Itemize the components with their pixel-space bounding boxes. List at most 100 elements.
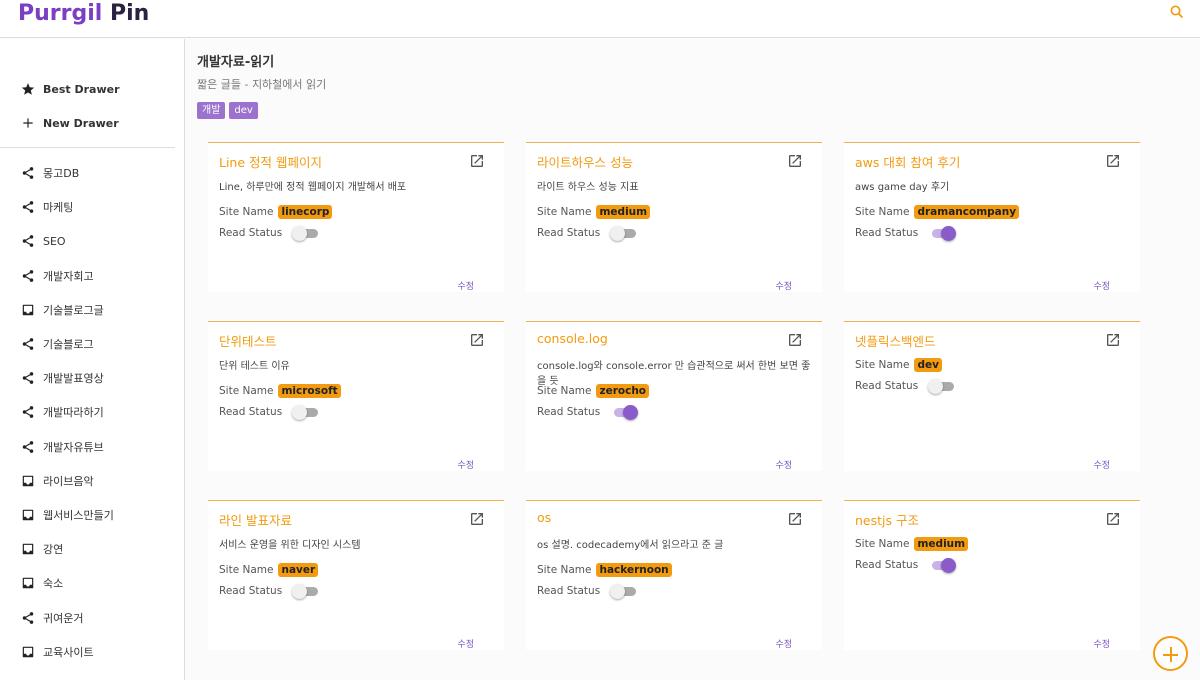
read-status-row: Read Status: [219, 223, 320, 243]
drawer-tag[interactable]: 개발: [197, 102, 226, 119]
pin-title[interactable]: nestjs 구조: [855, 510, 919, 529]
read-status-toggle[interactable]: [928, 223, 957, 243]
read-status-label: Read Status: [855, 380, 919, 392]
plus-icon: [20, 115, 36, 131]
sidebar-item-label: 개발발표영상: [43, 372, 104, 386]
pin-description: Line, 하루만에 정적 웹페이지 개발해서 배포: [219, 182, 407, 193]
sidebar-item-label: 마케팅: [43, 201, 74, 215]
sidebar-item-label: 라이브음악: [43, 474, 94, 488]
pin-card[interactable]: console.log console.log와 console.error 만 …: [526, 321, 822, 471]
sidebar-item-new-drawer[interactable]: New Drawer: [20, 112, 119, 134]
open-link-icon[interactable]: [469, 511, 485, 527]
pin-card[interactable]: 라인 발표자료 서비스 운영을 위한 디자인 시스템 Site Name naver R…: [208, 500, 504, 650]
drawer-tag[interactable]: dev: [229, 102, 258, 119]
share-icon: [20, 165, 36, 181]
sidebar-item-label: 기술블로그글: [43, 303, 104, 317]
sidebar-item-라이브음악[interactable]: 라이브음악: [20, 470, 94, 492]
pin-title[interactable]: console.log: [537, 331, 608, 346]
share-icon: [20, 268, 36, 284]
read-status-toggle[interactable]: [610, 223, 638, 243]
sidebar-item-개발자회고[interactable]: 개발자회고: [20, 265, 94, 287]
pin-title[interactable]: 라인 발표자료: [219, 510, 292, 529]
sidebar-item-기술블로그[interactable]: 기술블로그: [20, 333, 94, 355]
open-link-icon[interactable]: [1105, 511, 1121, 527]
pin-card[interactable]: 단위테스트 단위 테스트 이유 Site Name microsoft Read Sta…: [208, 321, 504, 471]
read-status-label: Read Status: [537, 227, 601, 239]
open-link-icon[interactable]: [787, 511, 803, 527]
sidebar-item-label: New Drawer: [43, 116, 119, 130]
open-link-icon[interactable]: [469, 332, 485, 348]
sidebar-item-귀여운거[interactable]: 귀여운거: [20, 607, 83, 629]
sidebar-item-교육사이트[interactable]: 교육사이트: [20, 641, 94, 663]
edit-button[interactable]: 수정: [1093, 637, 1110, 650]
read-status-toggle[interactable]: [292, 223, 320, 243]
sidebar-item-개발발표영상[interactable]: 개발발표영상: [20, 367, 104, 389]
sidebar-item-개발자유튜브[interactable]: 개발자유튜브: [20, 436, 104, 458]
pin-description: 단위 테스트 이유: [219, 361, 290, 372]
sidebar-item-숙소[interactable]: 숙소: [20, 572, 63, 594]
sidebar-item-seo[interactable]: SEO: [20, 230, 66, 252]
inbox-icon: [20, 644, 36, 660]
open-link-icon[interactable]: [787, 153, 803, 169]
pin-title[interactable]: 라이트하우스 성능: [537, 152, 633, 171]
open-link-icon[interactable]: [469, 153, 485, 169]
sidebar-item-강연[interactable]: 강연: [20, 538, 63, 560]
logo-part-2: Pin: [110, 1, 150, 26]
sidebar-item-몽고db[interactable]: 몽고DB: [20, 162, 79, 184]
read-status-toggle[interactable]: [610, 581, 638, 601]
inbox-icon: [20, 473, 36, 489]
sidebar-item-기술블로그글[interactable]: 기술블로그글: [20, 299, 104, 321]
pin-title[interactable]: 넷플릭스백엔드: [855, 331, 936, 350]
read-status-label: Read Status: [219, 585, 283, 597]
sidebar-item-label: 교육사이트: [43, 645, 94, 659]
read-status-toggle[interactable]: [928, 555, 957, 575]
pin-description: os 설명. codecademy에서 읽으라고 준 글: [537, 540, 724, 551]
pin-card[interactable]: os os 설명. codecademy에서 읽으라고 준 글 Site Name h…: [526, 500, 822, 650]
open-link-icon[interactable]: [1105, 332, 1121, 348]
sidebar-item-label: 기술블로그: [43, 338, 94, 351]
edit-button[interactable]: 수정: [775, 637, 792, 650]
sidebar-item-label: 개발자유튜브: [43, 440, 104, 454]
pin-card[interactable]: nestjs 구조 Site Name medium Read Status 수정: [844, 500, 1140, 650]
site-name-chip: dev: [914, 358, 942, 372]
sidebar-item-best-drawer[interactable]: Best Drawer: [20, 78, 120, 100]
site-name-chip: hackernoon: [596, 563, 672, 577]
site-name-row: Site Name dev: [855, 358, 942, 372]
pin-card[interactable]: aws 대회 참여 후기 aws game day 후기 Site Name dram…: [844, 142, 1140, 292]
sidebar-item-마케팅[interactable]: 마케팅: [20, 196, 73, 218]
pin-card[interactable]: 라이트하우스 성능 라이트 하우스 성능 지표 Site Name medium Rea…: [526, 142, 822, 292]
add-pin-button[interactable]: [1153, 636, 1188, 671]
share-icon: [20, 336, 36, 352]
inbox-icon: [20, 507, 36, 523]
sidebar-item-웹서비스만들기[interactable]: 웹서비스만들기: [20, 504, 114, 526]
edit-button[interactable]: 수정: [457, 637, 474, 650]
edit-button[interactable]: 수정: [775, 458, 792, 471]
edit-button[interactable]: 수정: [1093, 458, 1110, 471]
pin-card[interactable]: Line 정적 웹페이지 Line, 하루만에 정적 웹페이지 개발해서 배포 Si…: [208, 142, 504, 292]
site-name-row: Site Name linecorp: [219, 205, 333, 219]
read-status-toggle[interactable]: [928, 376, 956, 396]
open-link-icon[interactable]: [787, 332, 803, 348]
site-name-row: Site Name medium: [855, 537, 969, 551]
app-logo[interactable]: Purrgil Pin: [18, 1, 149, 27]
pin-card[interactable]: 넷플릭스백엔드 Site Name dev Read Status 수정: [844, 321, 1140, 471]
edit-button[interactable]: 수정: [1093, 279, 1110, 292]
sidebar-item-개발따라하기[interactable]: 개발따라하기: [20, 401, 104, 423]
site-name-row: Site Name medium: [537, 205, 651, 219]
pin-title[interactable]: Line 정적 웹페이지: [219, 152, 322, 171]
sidebar: Best Drawer New Drawer 몽고DB 마케팅 SEO 개발자회고기술블…: [0, 39, 185, 680]
site-name-label: Site Name: [537, 564, 592, 576]
search-icon[interactable]: [1169, 4, 1185, 20]
pin-title[interactable]: 단위테스트: [219, 331, 277, 350]
pin-title[interactable]: aws 대회 참여 후기: [855, 152, 960, 171]
read-status-toggle[interactable]: [292, 402, 320, 422]
edit-button[interactable]: 수정: [457, 458, 474, 471]
edit-button[interactable]: 수정: [457, 279, 474, 292]
pin-title[interactable]: os: [537, 510, 551, 525]
edit-button[interactable]: 수정: [775, 279, 792, 292]
read-status-toggle[interactable]: [292, 581, 320, 601]
pin-description: 서비스 운영을 위한 디자인 시스템: [219, 540, 361, 551]
open-link-icon[interactable]: [1105, 153, 1121, 169]
read-status-toggle[interactable]: [610, 402, 639, 422]
site-name-chip: dramancompany: [914, 205, 1020, 219]
